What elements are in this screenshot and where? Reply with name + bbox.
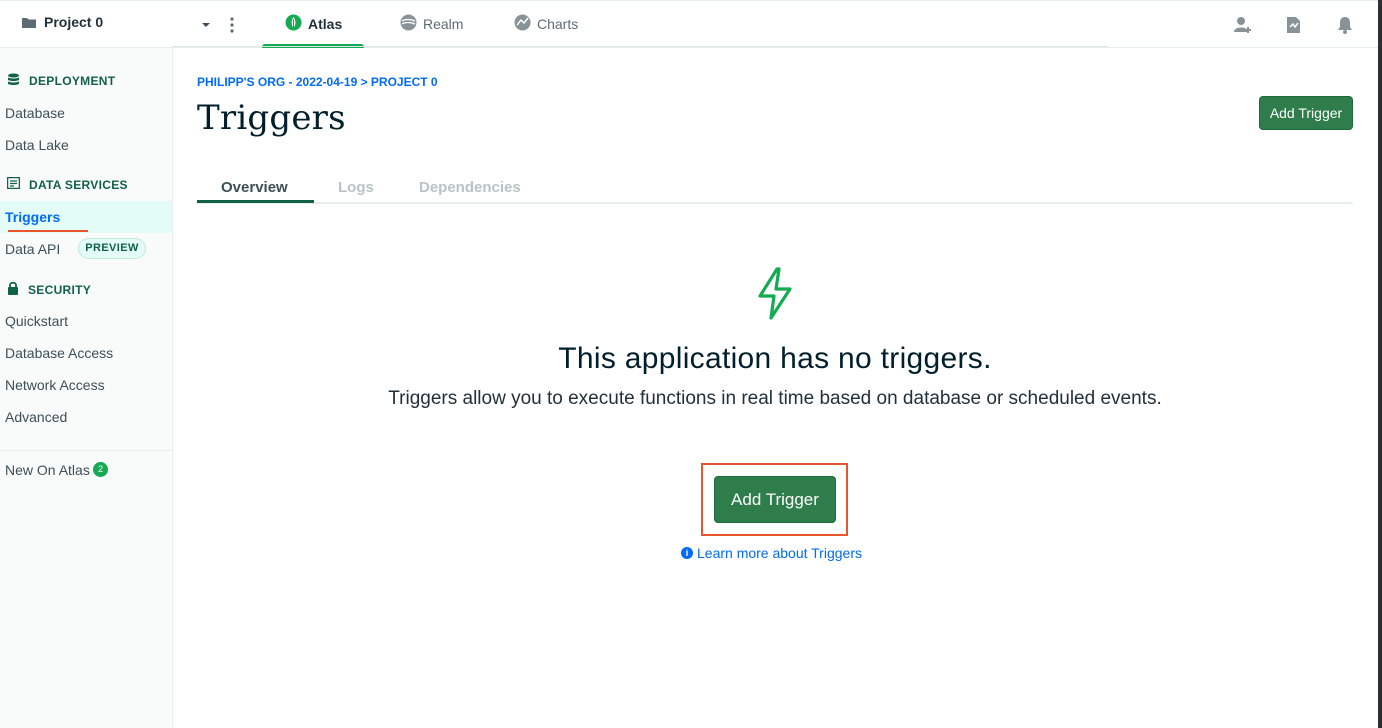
add-trigger-button[interactable]: Add Trigger	[714, 476, 836, 523]
info-icon: i	[681, 547, 693, 559]
sidebar-item-data-api[interactable]: Data API	[5, 241, 60, 257]
sidebar-item-triggers[interactable]: Triggers	[0, 201, 172, 233]
notifications-bell-icon[interactable]	[1335, 15, 1355, 35]
chevron-down-icon[interactable]	[200, 18, 212, 30]
empty-state-title: This application has no triggers.	[558, 342, 992, 375]
tab-overview[interactable]: Overview	[221, 179, 288, 196]
more-vertical-icon[interactable]	[226, 15, 238, 35]
app-tab-realm[interactable]: Realm	[400, 14, 463, 34]
sidebar-item-database-access[interactable]: Database Access	[5, 345, 113, 361]
charts-icon	[514, 14, 531, 34]
atlas-leaf-icon	[285, 14, 302, 34]
sidebar-divider	[0, 450, 172, 451]
sidebar-item-label: Triggers	[5, 209, 61, 225]
realm-icon	[400, 14, 417, 34]
lightning-bolt-icon	[755, 266, 795, 322]
app-tab-atlas[interactable]: Atlas	[262, 14, 365, 48]
sidebar-item-quickstart[interactable]: Quickstart	[5, 313, 68, 329]
sidebar-item-data-lake[interactable]: Data Lake	[5, 137, 69, 153]
sidebar-section-deployment: DEPLOYMENT	[7, 73, 115, 89]
top-navigation-bar: Project 0 Atlas Realm Charts	[0, 0, 1378, 48]
tab-logs[interactable]: Logs	[338, 179, 374, 196]
activity-feed-icon[interactable]	[1284, 15, 1304, 35]
add-trigger-button-header[interactable]: Add Trigger	[1259, 96, 1353, 130]
lock-icon	[7, 281, 19, 298]
sidebar-section-data-services: DATA SERVICES	[6, 176, 128, 192]
sidebar-item-database[interactable]: Database	[5, 105, 65, 121]
learn-more-label: Learn more about Triggers	[697, 545, 862, 561]
project-name: Project 0	[44, 14, 104, 30]
preview-badge: PREVIEW	[78, 238, 146, 259]
learn-more-link[interactable]: i Learn more about Triggers	[681, 545, 862, 561]
highlight-underline	[8, 230, 88, 232]
sidebar-section-security: SECURITY	[7, 281, 91, 298]
sidebar-section-title: DATA SERVICES	[29, 177, 128, 192]
invite-user-icon[interactable]	[1233, 15, 1253, 35]
app-tab-label: Realm	[423, 16, 464, 32]
app-tab-label: Atlas	[308, 16, 343, 32]
app-tab-charts[interactable]: Charts	[514, 14, 578, 34]
new-on-atlas-count-badge: 2	[93, 462, 108, 477]
data-services-icon	[6, 176, 21, 192]
sidebar-section-title: SECURITY	[28, 282, 92, 297]
breadcrumb[interactable]: PHILIPP'S ORG - 2022-04-19 > PROJECT 0	[197, 75, 438, 89]
tab-bar: Overview Logs Dependencies	[197, 172, 1353, 204]
folder-icon	[22, 17, 36, 28]
sidebar-item-advanced[interactable]: Advanced	[5, 409, 67, 425]
app-tab-label: Charts	[537, 16, 579, 32]
tab-dependencies[interactable]: Dependencies	[419, 179, 521, 196]
sidebar-item-network-access[interactable]: Network Access	[5, 377, 105, 393]
active-tab-indicator	[197, 200, 314, 203]
sidebar-section-title: DEPLOYMENT	[29, 74, 116, 88]
empty-state-description: Triggers allow you to execute functions …	[388, 388, 1162, 409]
window-edge	[1378, 0, 1382, 728]
sidebar-item-new-on-atlas[interactable]: New On Atlas	[5, 462, 90, 478]
database-stack-icon	[7, 73, 20, 89]
project-selector[interactable]: Project 0	[22, 14, 103, 30]
topbar-divider	[172, 46, 1109, 47]
page-title: Triggers	[197, 98, 346, 138]
